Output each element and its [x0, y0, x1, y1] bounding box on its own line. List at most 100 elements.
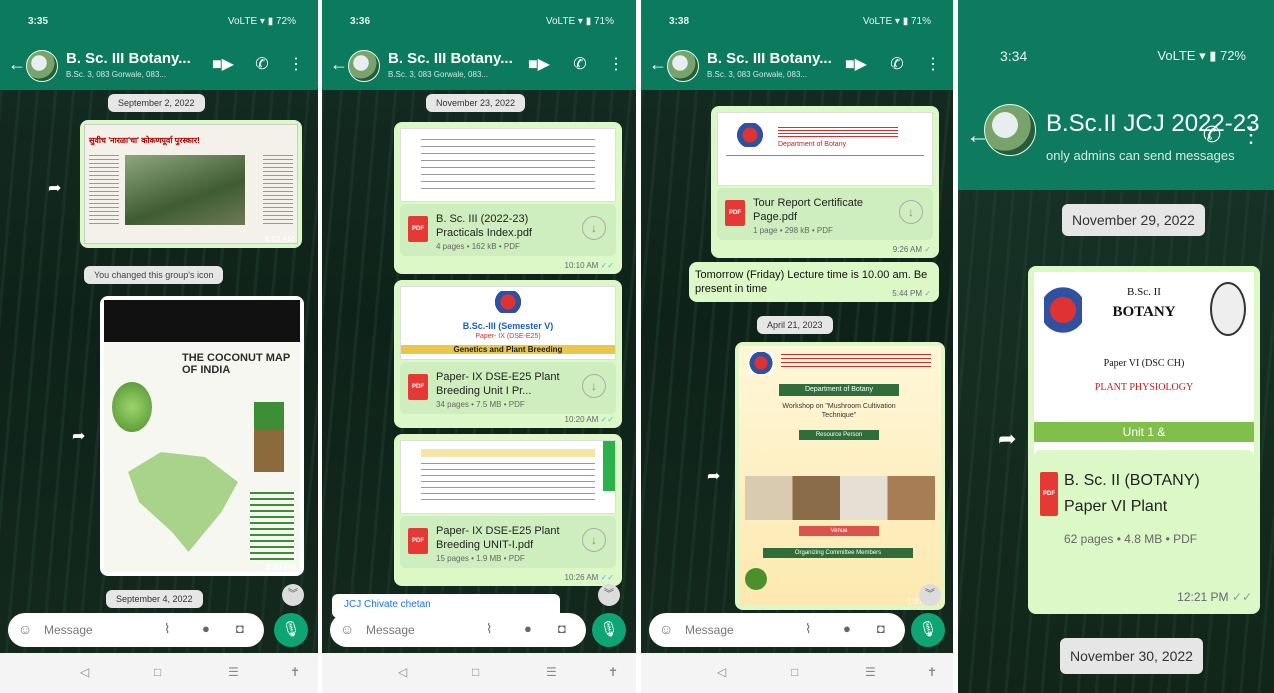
message-input[interactable]: ☺ Message ⌇ ● ◘ [330, 613, 586, 647]
message-input[interactable]: ☺ Message ⌇ ● ◘ [8, 613, 264, 647]
emoji-icon[interactable]: ☺ [659, 621, 673, 637]
image-message[interactable]: THE COCONUT MAP OF INDIA 9:20 PM [100, 296, 304, 576]
camera-icon[interactable]: ◘ [236, 621, 244, 636]
chat-header: ← B.Sc.II JCJ 2022-23 only admins can se… [958, 92, 1274, 190]
newspaper-text [89, 155, 119, 225]
forward-icon[interactable]: ➦ [72, 426, 85, 446]
mic-button[interactable]: 🎙 [911, 613, 945, 647]
scroll-down-button[interactable]: ︾ [598, 584, 620, 606]
scroll-down-button[interactable]: ︾ [282, 584, 304, 606]
phone-call-icon[interactable]: ✆ [887, 54, 907, 74]
chat-subtitle[interactable]: B.Sc. 3, 083 Gorwale, 083... [388, 70, 488, 79]
preview-dept: Department of Botany [778, 141, 847, 148]
message-placeholder: Message [44, 623, 93, 637]
add-call-icon[interactable]: ✆ [1202, 122, 1222, 147]
document-message[interactable]: PDF Paper- IX DSE-E25 Plant Breeding UNI… [394, 434, 622, 586]
document-info[interactable]: PDF B. Sc. II (BOTANY) Paper VI Plant Ph… [1034, 450, 1254, 560]
nav-menu-icon[interactable]: ☰ [228, 665, 239, 679]
chat-subtitle[interactable]: B.Sc. 3, 083 Gorwale, 083... [707, 70, 807, 79]
group-avatar[interactable] [26, 50, 58, 82]
more-options-icon[interactable]: ⋮ [923, 54, 943, 74]
chat-header: ← B. Sc. III Botany... B.Sc. 3, 083 Gorw… [641, 42, 953, 90]
more-options-icon[interactable]: ⋮ [286, 54, 306, 74]
document-info[interactable]: PDF Paper- IX DSE-E25 Plant Breeding Uni… [400, 362, 616, 414]
message-input[interactable]: ☺ Message ⌇ ● ◘ [649, 613, 905, 647]
payment-icon[interactable]: ● [843, 621, 851, 636]
poster-venue: Venue [799, 526, 879, 536]
nav-back-icon[interactable]: ◁ [80, 665, 89, 679]
document-meta: 4 pages • 162 kB • PDF [436, 242, 520, 251]
group-avatar[interactable] [667, 50, 699, 82]
accessibility-icon[interactable]: ✝ [290, 665, 300, 679]
chat-subtitle[interactable]: B.Sc. 3, 083 Gorwale, 083... [66, 70, 166, 79]
text-message[interactable]: Tomorrow (Friday) Lecture time is 10.00 … [689, 262, 939, 302]
back-arrow-icon[interactable]: ← [330, 54, 348, 75]
nav-home-icon[interactable]: □ [472, 665, 479, 679]
document-message[interactable]: B.Sc. II BOTANY Paper VI (DSC CH) PLANT … [1028, 266, 1260, 614]
phone-call-icon[interactable]: ✆ [252, 54, 272, 74]
nav-back-icon[interactable]: ◁ [717, 665, 726, 679]
image-message[interactable]: Department of Botany Workshop on "Mushro… [735, 342, 945, 610]
video-call-icon[interactable]: ■▶ [212, 54, 234, 74]
pdf-icon: PDF [725, 200, 745, 226]
nav-back-icon[interactable]: ◁ [398, 665, 407, 679]
chat-title[interactable]: B.Sc.II JCJ 2022-23 [1046, 110, 1259, 138]
status-time: 3:36 [350, 16, 371, 27]
document-name: Tour Report Certificate Page.pdf [753, 197, 864, 223]
back-arrow-icon[interactable]: ← [649, 54, 667, 75]
nav-menu-icon[interactable]: ☰ [546, 665, 557, 679]
document-info[interactable]: PDF B. Sc. III (2022-23) Practicals Inde… [400, 204, 616, 256]
attach-icon[interactable]: ⌇ [805, 621, 811, 637]
payment-icon[interactable]: ● [202, 621, 210, 636]
mic-button[interactable]: 🎙 [592, 613, 626, 647]
chat-subtitle[interactable]: only admins can send messages [1046, 148, 1235, 163]
more-options-icon[interactable]: ⋮ [1240, 122, 1262, 147]
group-avatar[interactable] [984, 104, 1036, 156]
video-call-icon[interactable]: ■▶ [528, 54, 550, 74]
more-options-icon[interactable]: ⋮ [606, 54, 626, 74]
emoji-icon[interactable]: ☺ [18, 621, 32, 637]
date-divider: November 29, 2022 [1062, 204, 1205, 236]
download-icon[interactable]: ↓ [582, 216, 606, 240]
attach-icon[interactable]: ⌇ [486, 621, 492, 637]
download-icon[interactable]: ↓ [899, 200, 923, 224]
document-meta: 1 page • 298 kB • PDF [753, 226, 833, 235]
accessibility-icon[interactable]: ✝ [608, 665, 618, 679]
chat-title[interactable]: B. Sc. III Botany... [66, 50, 191, 67]
chat-title[interactable]: B. Sc. III Botany... [388, 50, 513, 67]
message-time: 10:10 AM ✓✓ [564, 261, 614, 270]
download-icon[interactable]: ↓ [582, 528, 606, 552]
document-message[interactable]: PDF B. Sc. III (2022-23) Practicals Inde… [394, 122, 622, 274]
date-divider: September 2, 2022 [108, 94, 205, 112]
emoji-icon[interactable]: ☺ [340, 621, 354, 637]
nav-home-icon[interactable]: □ [791, 665, 798, 679]
scroll-down-button[interactable]: ︾ [919, 584, 941, 606]
download-icon[interactable]: ↓ [582, 374, 606, 398]
document-message[interactable]: Department of Botany PDF Tour Report Cer… [711, 106, 939, 258]
back-arrow-icon[interactable]: ← [8, 54, 26, 75]
document-message[interactable]: B.Sc.-III (Semester V) Paper- IX (DSE-E2… [394, 280, 622, 428]
pdf-icon: PDF [408, 216, 428, 242]
group-avatar[interactable] [348, 50, 380, 82]
phone-call-icon[interactable]: ✆ [570, 54, 590, 74]
camera-icon[interactable]: ◘ [558, 621, 566, 636]
document-meta: 15 pages • 1.9 MB • PDF [436, 554, 525, 563]
message-time: 9:03 AM [264, 235, 294, 244]
document-info[interactable]: PDF Tour Report Certificate Page.pdf 1 p… [717, 188, 933, 240]
payment-icon[interactable]: ● [524, 621, 532, 636]
mic-button[interactable]: 🎙 [274, 613, 308, 647]
document-info[interactable]: PDF Paper- IX DSE-E25 Plant Breeding UNI… [400, 516, 616, 568]
forward-icon[interactable]: ➦ [998, 426, 1016, 452]
forward-icon[interactable]: ➦ [707, 466, 720, 486]
camera-icon[interactable]: ◘ [877, 621, 885, 636]
video-call-icon[interactable]: ■▶ [845, 54, 867, 74]
nav-menu-icon[interactable]: ☰ [865, 665, 876, 679]
image-message[interactable]: सुवीच 'नारळा'चा' कोकणपूर्वा पुरस्कार! 9:… [80, 120, 302, 248]
pdf-icon: PDF [408, 528, 428, 554]
forward-icon[interactable]: ➦ [48, 178, 61, 198]
screenshot-panel-4: 3:34 VoLTE ▾ ▮ 72% ← B.Sc.II JCJ 2022-23… [958, 0, 1274, 693]
accessibility-icon[interactable]: ✝ [927, 665, 937, 679]
chat-title[interactable]: B. Sc. III Botany... [707, 50, 832, 67]
attach-icon[interactable]: ⌇ [164, 621, 170, 637]
nav-home-icon[interactable]: □ [154, 665, 161, 679]
